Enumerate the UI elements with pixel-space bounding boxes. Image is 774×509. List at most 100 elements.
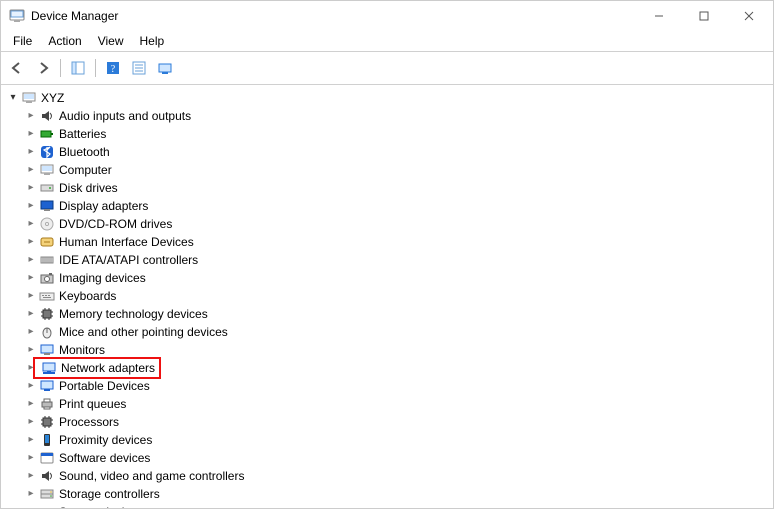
tree-node-label: Computer <box>59 161 112 179</box>
tree-node-label: Audio inputs and outputs <box>59 107 191 125</box>
expand-arrow-icon[interactable] <box>25 251 37 269</box>
expand-arrow-icon[interactable] <box>25 233 37 251</box>
portable-icon <box>39 378 55 394</box>
expand-arrow-icon[interactable] <box>25 467 37 485</box>
tree-node[interactable]: System devices <box>3 503 771 508</box>
expand-arrow-icon[interactable] <box>25 215 37 233</box>
expand-arrow-icon[interactable] <box>25 449 37 467</box>
properties-button[interactable] <box>127 56 151 80</box>
minimize-button[interactable] <box>636 1 681 31</box>
expand-arrow-icon[interactable] <box>25 323 37 341</box>
folder-icon <box>39 504 55 508</box>
tree-node[interactable]: Portable Devices <box>3 377 771 395</box>
tree-node[interactable]: Audio inputs and outputs <box>3 107 771 125</box>
monitor-icon <box>39 342 55 358</box>
storage-icon <box>39 486 55 502</box>
mouse-icon <box>39 324 55 340</box>
menubar: File Action View Help <box>1 31 773 52</box>
chip-icon <box>39 414 55 430</box>
tree-node-label: Network adapters <box>61 359 155 377</box>
tree-node[interactable]: Software devices <box>3 449 771 467</box>
camera-icon <box>39 270 55 286</box>
menu-action[interactable]: Action <box>40 32 89 50</box>
expand-arrow-icon[interactable] <box>25 107 37 125</box>
toolbar-separator <box>95 59 96 77</box>
disk-icon <box>39 180 55 196</box>
bluetooth-icon <box>39 144 55 160</box>
computer-icon <box>39 162 55 178</box>
tree-node[interactable]: Human Interface Devices <box>3 233 771 251</box>
software-icon <box>39 450 55 466</box>
tree-node-label: Mice and other pointing devices <box>59 323 228 341</box>
menu-help[interactable]: Help <box>132 32 173 50</box>
tree-node[interactable]: Keyboards <box>3 287 771 305</box>
tree-node[interactable]: Proximity devices <box>3 431 771 449</box>
scan-hardware-button[interactable] <box>153 56 177 80</box>
expand-arrow-icon[interactable] <box>25 413 37 431</box>
menu-view[interactable]: View <box>90 32 132 50</box>
expand-arrow-icon[interactable] <box>7 89 19 107</box>
maximize-button[interactable] <box>681 1 726 31</box>
tree-node[interactable]: Display adapters <box>3 197 771 215</box>
expand-arrow-icon[interactable] <box>25 395 37 413</box>
expand-arrow-icon[interactable] <box>25 125 37 143</box>
tree-node-label: Sound, video and game controllers <box>59 467 244 485</box>
tree-root-node[interactable]: XYZ <box>3 89 771 107</box>
tree-node[interactable]: Processors <box>3 413 771 431</box>
tree-node[interactable]: Network adapters <box>3 359 771 377</box>
tree-node[interactable]: Print queues <box>3 395 771 413</box>
titlebar: Device Manager <box>1 1 773 31</box>
device-tree[interactable]: XYZ Audio inputs and outputsBatteriesBlu… <box>1 85 773 508</box>
computer-icon <box>21 90 37 106</box>
tree-node-label: Human Interface Devices <box>59 233 194 251</box>
expand-arrow-icon[interactable] <box>25 305 37 323</box>
device-manager-window: Device Manager File Action View Help <box>0 0 774 509</box>
network-icon <box>41 360 57 376</box>
close-button[interactable] <box>726 1 771 31</box>
menu-file[interactable]: File <box>5 32 40 50</box>
tree-node[interactable]: Batteries <box>3 125 771 143</box>
forward-button[interactable] <box>31 56 55 80</box>
expand-arrow-icon[interactable] <box>25 143 37 161</box>
tree-node[interactable]: IDE ATA/ATAPI controllers <box>3 251 771 269</box>
tree-node[interactable]: Disk drives <box>3 179 771 197</box>
tree-node-label: Batteries <box>59 125 106 143</box>
tree-node[interactable]: DVD/CD-ROM drives <box>3 215 771 233</box>
app-icon <box>9 8 25 24</box>
window-title: Device Manager <box>31 9 118 23</box>
tree-node-label: Portable Devices <box>59 377 150 395</box>
display-icon <box>39 198 55 214</box>
tree-node[interactable]: Bluetooth <box>3 143 771 161</box>
expand-arrow-icon[interactable] <box>25 431 37 449</box>
svg-text:?: ? <box>111 64 116 75</box>
tree-node-label: DVD/CD-ROM drives <box>59 215 172 233</box>
dvd-icon <box>39 216 55 232</box>
help-button[interactable]: ? <box>101 56 125 80</box>
tree-node[interactable]: Storage controllers <box>3 485 771 503</box>
expand-arrow-icon[interactable] <box>25 269 37 287</box>
hid-icon <box>39 234 55 250</box>
tree-node-label: Imaging devices <box>59 269 146 287</box>
expand-arrow-icon[interactable] <box>25 179 37 197</box>
back-button[interactable] <box>5 56 29 80</box>
expand-arrow-icon[interactable] <box>25 197 37 215</box>
tree-node-label: Proximity devices <box>59 431 152 449</box>
expand-arrow-icon[interactable] <box>25 161 37 179</box>
show-hide-console-tree-button[interactable] <box>66 56 90 80</box>
expand-arrow-icon[interactable] <box>25 485 37 503</box>
printer-icon <box>39 396 55 412</box>
expand-arrow-icon[interactable] <box>25 377 37 395</box>
expand-arrow-icon[interactable] <box>25 287 37 305</box>
tree-node[interactable]: Imaging devices <box>3 269 771 287</box>
tree-node[interactable]: Memory technology devices <box>3 305 771 323</box>
tree-node-label: Memory technology devices <box>59 305 208 323</box>
tree-node[interactable]: Sound, video and game controllers <box>3 467 771 485</box>
tree-node[interactable]: Mice and other pointing devices <box>3 323 771 341</box>
tree-root-label: XYZ <box>41 89 64 107</box>
speaker-icon <box>39 468 55 484</box>
tree-node-label: Processors <box>59 413 119 431</box>
tree-node[interactable]: Computer <box>3 161 771 179</box>
expand-arrow-icon[interactable] <box>25 503 37 508</box>
ide-icon <box>39 252 55 268</box>
tree-node-label: System devices <box>59 503 143 508</box>
